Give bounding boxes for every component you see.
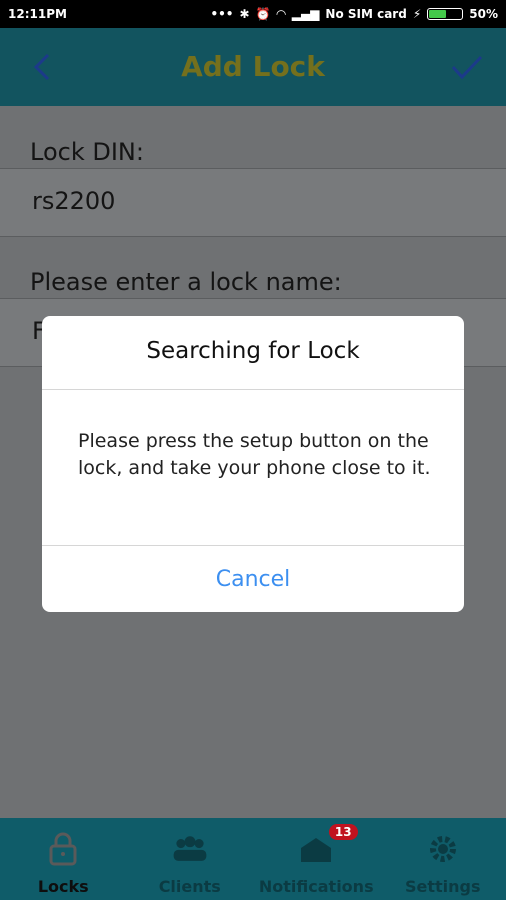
- lock-icon: [43, 830, 83, 868]
- dialog-message: Please press the setup button on the loc…: [78, 430, 431, 479]
- app-header: Add Lock: [0, 28, 506, 106]
- cancel-button[interactable]: Cancel: [42, 546, 464, 612]
- clients-icon: [170, 830, 210, 868]
- tab-locks[interactable]: Locks: [0, 818, 127, 900]
- name-label: Please enter a lock name:: [30, 268, 342, 296]
- bottom-nav: Locks Clients 13 Notifications Settings: [0, 818, 506, 900]
- din-value: rs2200: [32, 187, 116, 215]
- charging-icon: ⚡: [412, 7, 422, 21]
- check-icon[interactable]: [444, 44, 490, 90]
- nav-label-locks: Locks: [37, 877, 89, 896]
- wifi-icon: ◠: [276, 7, 286, 21]
- signal-icon: •••: [210, 7, 234, 21]
- notification-badge: 13: [328, 824, 358, 840]
- din-label: Lock DIN:: [30, 138, 144, 166]
- cell-icon: ▂▄▆: [291, 7, 320, 21]
- nav-label-notifications: Notifications: [258, 877, 374, 896]
- gear-icon: [423, 830, 463, 868]
- alarm-icon: ⏰: [255, 7, 271, 21]
- din-field[interactable]: rs2200: [0, 168, 506, 237]
- tab-clients[interactable]: Clients: [127, 818, 254, 900]
- searching-dialog: Searching for Lock Please press the setu…: [42, 316, 464, 612]
- status-right: ••• ✱ ⏰ ◠ ▂▄▆ No SIM card ⚡ 50%: [210, 7, 498, 21]
- tab-notifications[interactable]: 13 Notifications: [253, 818, 380, 900]
- carrier-text: No SIM card: [325, 7, 407, 21]
- status-bar: 12:11PM ••• ✱ ⏰ ◠ ▂▄▆ No SIM card ⚡ 50%: [0, 0, 506, 28]
- nav-label-clients: Clients: [158, 877, 221, 896]
- bluetooth-icon: ✱: [239, 7, 250, 21]
- battery-icon: [427, 8, 464, 20]
- dialog-title: Searching for Lock: [146, 338, 360, 364]
- battery-text: 50%: [469, 7, 498, 21]
- tab-settings[interactable]: Settings: [380, 818, 506, 900]
- nav-label-settings: Settings: [404, 877, 481, 896]
- page-title: Add Lock: [181, 50, 325, 83]
- dialog-divider: [42, 389, 464, 390]
- status-time: 12:11PM: [8, 7, 67, 21]
